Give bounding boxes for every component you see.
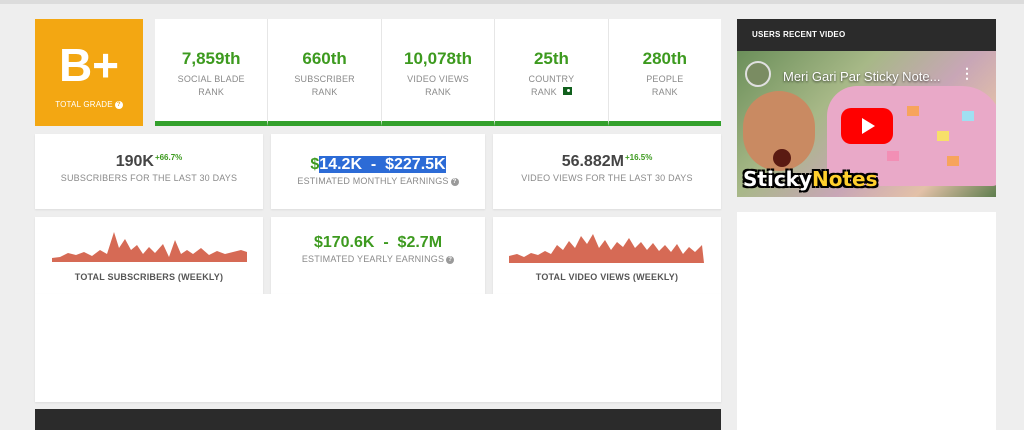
subscribers-weekly-label: TOTAL SUBSCRIBERS (WEEKLY): [74, 272, 224, 282]
video-thumbnail-mouth: [773, 149, 791, 167]
rank-label: COUNTRY RANK: [495, 73, 607, 99]
rank-value: 280th: [642, 49, 688, 68]
pakistan-flag-icon: [559, 87, 572, 95]
rank-label: SOCIAL BLADE RANK: [155, 73, 267, 99]
rank-label: SUBSCRIBER RANK: [268, 73, 380, 99]
video-views-weekly-label: TOTAL VIDEO VIEWS (WEEKLY): [535, 272, 679, 282]
recent-video-player[interactable]: Meri Gari Par Sticky Note... ⋮ StickyNot…: [737, 51, 996, 197]
ranks-panel: 7,859th SOCIAL BLADE RANK 660th SUBSCRIBE…: [155, 19, 722, 126]
video-views-delta: +16.5%: [624, 153, 653, 162]
caption-word-sticky: Sticky: [743, 167, 813, 191]
rank-people: 280th PEOPLE RANK: [608, 19, 722, 126]
video-views-30d-label: VIDEO VIEWS FOR THE LAST 30 DAYS: [521, 173, 693, 183]
rank-subscriber: 660th SUBSCRIBER RANK: [268, 19, 382, 126]
sticky-note: [907, 106, 919, 116]
ad-placeholder-panel: [35, 294, 721, 402]
rank-country: 25th COUNTRY RANK: [495, 19, 609, 126]
subscribers-sparkline: [52, 232, 247, 262]
rank-label-line2: RANK: [531, 87, 557, 97]
subscribers-30d-card: 190K+66.7% SUBSCRIBERS FOR THE LAST 30 D…: [35, 134, 263, 209]
monthly-earnings-label: ESTIMATED MONTHLY EARNINGS?: [271, 176, 485, 186]
video-title[interactable]: Meri Gari Par Sticky Note...: [783, 69, 940, 84]
rank-value: 7,859th: [181, 49, 241, 68]
subscribers-sparkline-area: [52, 232, 247, 262]
caption-word-notes: Notes: [812, 167, 878, 191]
help-icon[interactable]: ?: [446, 256, 455, 264]
rank-label-line1: SUBSCRIBER: [294, 74, 355, 84]
video-views-30d-value: 56.882M+16.5%: [493, 153, 721, 171]
subscribers-weekly-chart-card: TOTAL SUBSCRIBERS (WEEKLY): [35, 217, 263, 294]
top-strip: [0, 0, 1024, 4]
video-views-weekly-chart-card: TOTAL VIDEO VIEWS (WEEKLY): [493, 217, 721, 294]
video-thumbnail-face: [743, 91, 815, 171]
rank-label-line2: RANK: [311, 87, 338, 97]
rank-socialblade: 7,859th SOCIAL BLADE RANK: [155, 19, 269, 126]
rank-label-line1: SOCIAL BLADE: [177, 74, 245, 84]
more-options-icon[interactable]: ⋮: [960, 65, 974, 82]
subscribers-30d-number: 190K: [115, 153, 154, 170]
sticky-note: [887, 151, 899, 161]
rank-label: VIDEO VIEWS RANK: [382, 73, 494, 99]
total-grade-tile: B+ TOTAL GRADE?: [35, 19, 143, 126]
monthly-earnings-dollar: $: [310, 156, 320, 173]
help-icon[interactable]: ?: [450, 178, 459, 186]
sidebar-empty-panel: [737, 212, 996, 430]
monthly-earnings-label-text: ESTIMATED MONTHLY EARNINGS: [297, 176, 449, 186]
channel-avatar[interactable]: [745, 61, 771, 87]
grade-label: TOTAL GRADE?: [35, 100, 143, 109]
subscribers-delta: +66.7%: [154, 153, 183, 162]
subscribers-30d-label: SUBSCRIBERS FOR THE LAST 30 DAYS: [60, 173, 238, 183]
rank-label-line2: RANK: [651, 87, 678, 97]
video-views-30d-card: 56.882M+16.5% VIDEO VIEWS FOR THE LAST 3…: [493, 134, 721, 209]
yearly-earnings-label: ESTIMATED YEARLY EARNINGS?: [271, 254, 485, 264]
yearly-earnings-card: $170.6K - $2.7M ESTIMATED YEARLY EARNING…: [271, 217, 485, 294]
rank-value: 10,078th: [403, 49, 473, 68]
rank-label-line1: VIDEO VIEWS: [407, 74, 469, 84]
rank-label-line1: COUNTRY: [528, 74, 575, 84]
video-thumbnail-caption: StickyNotes: [743, 167, 878, 191]
rank-label: PEOPLE RANK: [609, 73, 721, 99]
recent-video-heading: USERS RECENT VIDEO: [737, 19, 996, 51]
grade-label-text: TOTAL GRADE: [55, 100, 113, 109]
sticky-note: [937, 131, 949, 141]
play-button-icon[interactable]: [841, 108, 893, 144]
rank-label-line2: RANK: [425, 87, 451, 97]
rank-video-views: 10,078th VIDEO VIEWS RANK: [381, 19, 496, 126]
rank-value: 660th: [302, 49, 347, 68]
video-views-sparkline: [509, 234, 704, 263]
video-views-30d-number: 56.882M: [561, 153, 624, 170]
rank-label-line2: RANK: [198, 87, 225, 97]
grade-value: B+: [58, 39, 120, 91]
sticky-note: [962, 111, 974, 121]
sticky-note: [947, 156, 959, 166]
yearly-earnings-value: $170.6K - $2.7M: [313, 234, 443, 251]
monthly-earnings-selection[interactable]: 14.2K - $227.5K: [319, 156, 446, 173]
help-icon[interactable]: ?: [114, 101, 123, 109]
rank-value: 25th: [533, 49, 569, 68]
rank-label-line1: PEOPLE: [646, 74, 684, 84]
subscribers-30d-value: 190K+66.7%: [35, 153, 263, 171]
yearly-earnings-label-text: ESTIMATED YEARLY EARNINGS: [301, 254, 445, 264]
video-views-sparkline-area: [509, 234, 704, 263]
monthly-earnings-value[interactable]: $14.2K - $227.5K: [271, 156, 485, 174]
summary-header-bar: [35, 409, 721, 430]
monthly-earnings-card: $14.2K - $227.5K ESTIMATED MONTHLY EARNI…: [271, 134, 485, 209]
